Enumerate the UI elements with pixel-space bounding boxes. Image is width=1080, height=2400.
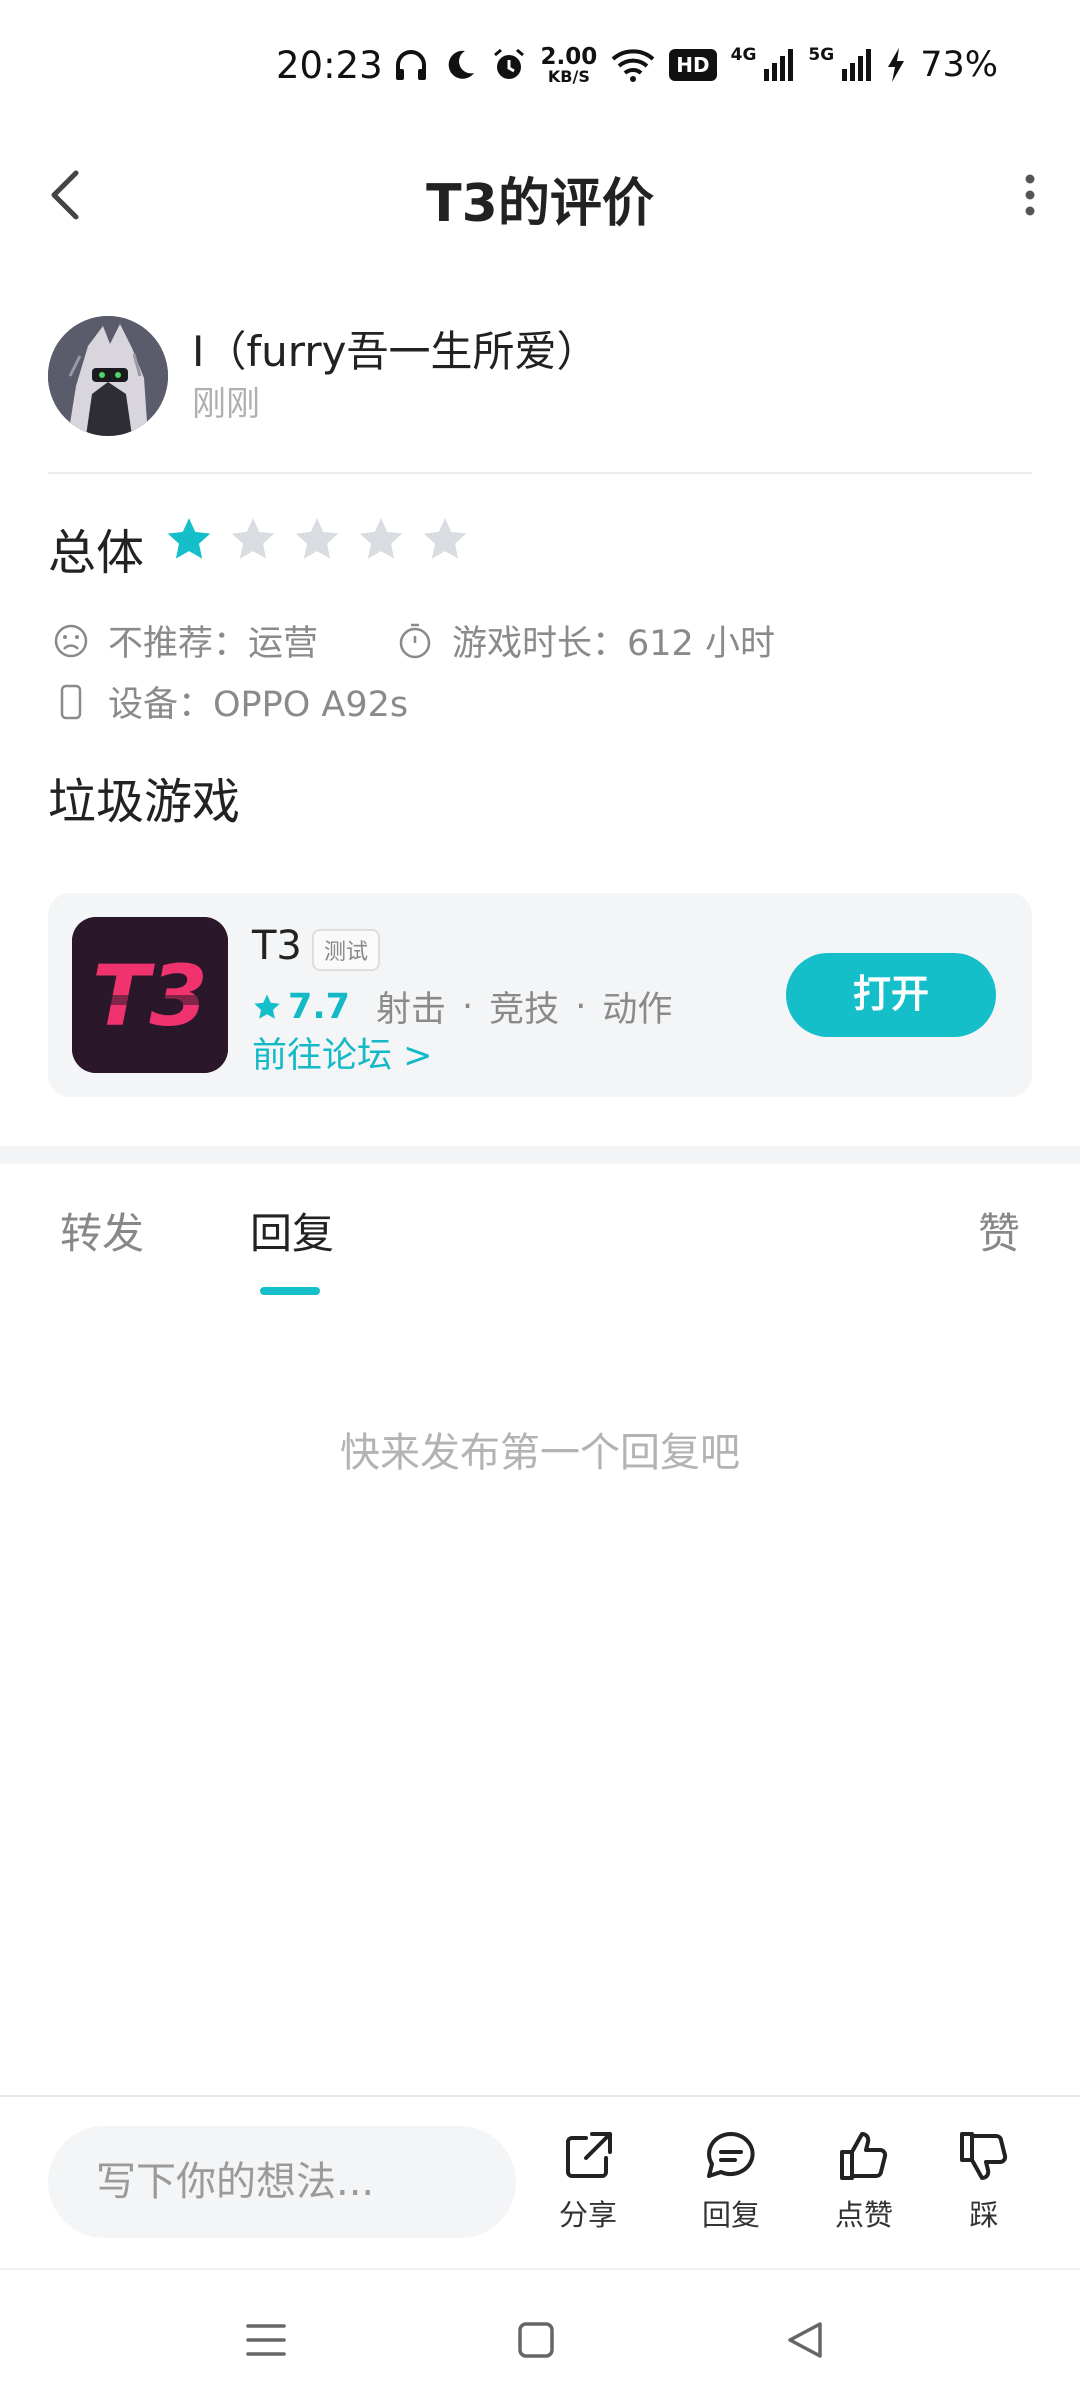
forum-link[interactable]: 前往论坛 >	[252, 1027, 432, 1078]
overall-rating-label: 总体	[48, 525, 145, 581]
comment-icon	[707, 2132, 755, 2178]
game-tag: 动作	[602, 990, 673, 1030]
more-icon[interactable]	[1010, 165, 1050, 225]
bottom-divider	[0, 2095, 1080, 2097]
signal-2-icon	[842, 49, 872, 81]
sad-face-icon	[54, 624, 88, 657]
signal-2-label: 5G	[808, 45, 835, 65]
tab-forward[interactable]: 转发	[60, 1200, 144, 1261]
hd-icon: HD	[669, 49, 717, 81]
timer-icon	[399, 623, 431, 658]
phone-icon	[60, 684, 82, 719]
reply-button[interactable]: 回复	[676, 2126, 786, 2234]
net-speed: 2.00 KB/S	[540, 43, 598, 86]
test-badge: 测试	[312, 929, 381, 971]
star-empty-icon	[295, 518, 339, 559]
share-label: 分享	[558, 2198, 617, 2232]
meta-row-recommend: 不推荐：运营 游戏时长：612 小时	[52, 615, 775, 666]
game-tag: 竞技	[489, 990, 560, 1030]
like-button[interactable]: 点赞	[809, 2126, 919, 2234]
moon-icon	[448, 50, 474, 79]
rating-star-icon	[254, 994, 280, 1019]
menu-icon[interactable]	[236, 2310, 296, 2370]
battery-percent: 73%	[920, 45, 998, 85]
status-icons: 2.00 KB/S HD 4G 5G 73%	[393, 40, 998, 90]
status-time: 20:23	[276, 44, 383, 87]
playtime-text: 游戏时长：612 小时	[452, 624, 775, 664]
signal-1-label: 4G	[730, 45, 757, 65]
empty-state-text: 快来发布第一个回复吧	[340, 1430, 740, 1476]
open-game-button[interactable]: 打开	[786, 953, 996, 1037]
headphones-icon	[395, 50, 426, 80]
tab-like[interactable]: 赞	[978, 1200, 1020, 1261]
star-empty-icon	[359, 518, 403, 559]
net-speed-value: 2.00	[540, 43, 598, 70]
avatar[interactable]	[48, 316, 168, 436]
star-empty-icon	[231, 518, 275, 559]
star-filled-icon	[167, 518, 211, 559]
game-icon[interactable]: T3	[72, 917, 228, 1073]
rating-stars	[164, 514, 470, 564]
thumbs-down-icon	[960, 2132, 1008, 2180]
game-card[interactable]: T3 T3 测试 7.7 射击 · 竞技 · 动作 前往论坛 > 打开	[48, 893, 1032, 1097]
game-rating-row: 7.7 射击 · 竞技 · 动作	[252, 981, 672, 1032]
wifi-icon	[611, 49, 655, 82]
game-score: 7.7	[288, 986, 351, 1027]
star-empty-icon	[423, 518, 467, 559]
thumbs-up-icon	[840, 2132, 888, 2180]
like-label: 点赞	[834, 2198, 893, 2232]
dislike-label: 踩	[969, 2198, 999, 2232]
tag-separator: ·	[575, 986, 587, 1027]
page-title: T3的评价	[426, 174, 654, 234]
dislike-button[interactable]: 踩	[929, 2126, 1039, 2234]
nav-back-icon[interactable]	[776, 2310, 836, 2370]
home-icon[interactable]	[506, 2310, 566, 2370]
charging-icon	[888, 48, 905, 82]
signal-1-icon	[764, 49, 794, 81]
game-tag: 射击	[376, 990, 447, 1030]
tab-indicator	[260, 1287, 320, 1295]
device-text: 设备：OPPO A92s	[108, 685, 409, 725]
review-text: 垃圾游戏	[48, 774, 241, 830]
game-name[interactable]: T3	[252, 923, 302, 969]
tab-reply[interactable]: 回复	[250, 1200, 334, 1261]
net-speed-unit: KB/S	[547, 66, 590, 86]
comment-input[interactable]	[48, 2126, 516, 2238]
post-time: 刚刚	[192, 384, 260, 424]
author-name[interactable]: I（furry吾一生所爱）	[192, 318, 598, 379]
section-separator	[0, 1146, 1080, 1164]
status-bar: 20:23 2.00 KB/S HD 4G 5G 73%	[0, 0, 1080, 135]
divider	[48, 472, 1032, 474]
system-nav-bar	[0, 2270, 1080, 2400]
share-button[interactable]: 分享	[533, 2126, 643, 2234]
alarm-icon	[493, 48, 524, 79]
meta-row-device: 设备：OPPO A92s	[52, 676, 408, 727]
reply-label: 回复	[701, 2198, 760, 2232]
header: T3的评价	[0, 135, 1080, 255]
tag-separator: ·	[462, 986, 474, 1027]
share-icon	[566, 2132, 612, 2178]
recommend-text: 不推荐：运营	[108, 624, 319, 664]
